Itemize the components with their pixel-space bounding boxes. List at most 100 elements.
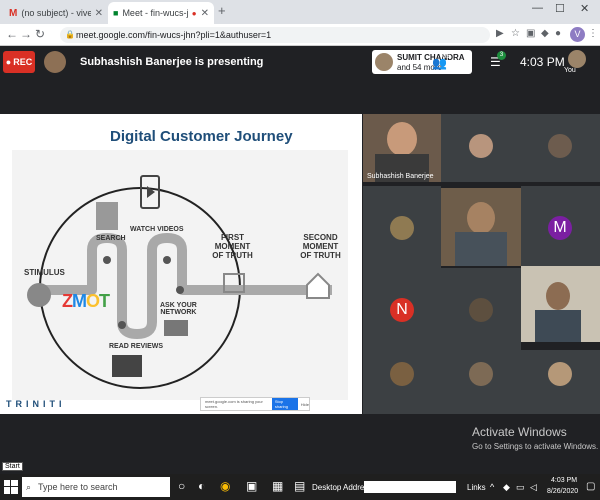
app-icon[interactable]: ◐ bbox=[198, 479, 205, 493]
screen-share-bar: meet.google.com is sharing your screen. … bbox=[200, 397, 310, 411]
record-dot-icon: ● bbox=[5, 57, 12, 67]
avatar bbox=[469, 362, 493, 386]
search-label: SEARCH bbox=[96, 235, 126, 242]
second-moment-label: SECOND MOMENT OF TRUTH bbox=[300, 233, 341, 260]
participant-shoulders bbox=[535, 310, 581, 342]
stop-sharing-button[interactable]: Stop sharing bbox=[271, 398, 298, 410]
avatar bbox=[375, 53, 393, 71]
meet-header: ● REC Subhashish Banerjee is presenting … bbox=[0, 46, 600, 78]
brand-logo: TRINITI bbox=[6, 399, 66, 409]
task-view-icon[interactable]: ○ bbox=[178, 479, 185, 493]
recording-dot-icon: ● bbox=[191, 8, 197, 18]
reload-icon[interactable]: ↻ bbox=[35, 27, 45, 41]
volume-icon[interactable]: ◁ bbox=[530, 482, 537, 493]
participant-tile[interactable] bbox=[521, 350, 600, 414]
people-count: 69 bbox=[442, 53, 450, 60]
windows-start-icon[interactable] bbox=[4, 480, 18, 494]
avatar bbox=[469, 298, 493, 322]
chrome-icon[interactable]: ◉ bbox=[220, 479, 230, 493]
slide-title: Digital Customer Journey bbox=[110, 128, 293, 145]
address-toolbar-input[interactable] bbox=[364, 481, 456, 493]
camera-icon[interactable]: ▶ bbox=[496, 28, 504, 39]
participant-tile[interactable] bbox=[363, 186, 441, 268]
notification-icon[interactable]: ▢ bbox=[586, 481, 595, 492]
participant-tile[interactable] bbox=[441, 188, 521, 266]
menu-kebab-icon[interactable]: ⋮ bbox=[588, 28, 598, 39]
self-avatar[interactable] bbox=[568, 50, 586, 68]
app-icon[interactable]: ▤ bbox=[294, 479, 305, 493]
bookmark-star-icon[interactable]: ☆ bbox=[511, 28, 520, 39]
taskbar-search-box[interactable]: ⌕ Type here to search bbox=[22, 477, 170, 497]
hide-button[interactable]: Hide bbox=[301, 402, 309, 407]
recording-badge: ● REC bbox=[3, 51, 35, 73]
participant-tile[interactable] bbox=[441, 350, 521, 414]
rec-label: REC bbox=[13, 57, 33, 67]
tab-title: (no subject) - vivekpachauri@t... bbox=[21, 8, 91, 18]
avatar bbox=[548, 362, 572, 386]
address-bar: ← → ↻ 🔒 meet.google.com/fin-wucs-jhn?pli… bbox=[0, 24, 600, 46]
close-tab-icon[interactable]: ✕ bbox=[201, 8, 209, 19]
app-icon[interactable]: ▦ bbox=[272, 479, 283, 493]
participant-tile[interactable] bbox=[441, 268, 521, 350]
close-window-icon[interactable]: ✕ bbox=[580, 2, 589, 15]
maximize-icon[interactable]: ☐ bbox=[555, 2, 565, 15]
tray-app-icon[interactable]: ◆ bbox=[503, 482, 510, 493]
desktop-toolbar[interactable]: Desktop bbox=[312, 483, 341, 492]
presentation-slide: Digital Customer Journey STIMULUS ZMOT S… bbox=[0, 114, 362, 414]
taskbar-date[interactable]: 8/26/2020 bbox=[547, 488, 578, 495]
presenting-banner: Subhashish Banerjee is presenting bbox=[80, 56, 264, 68]
participant-tile[interactable]: Subhashish Banerjee bbox=[363, 114, 441, 182]
minimize-icon[interactable]: — bbox=[532, 2, 543, 14]
network-icon[interactable]: ▭ bbox=[516, 482, 525, 493]
meeting-stage: Digital Customer Journey STIMULUS ZMOT S… bbox=[0, 78, 600, 460]
links-toolbar[interactable]: Links bbox=[467, 483, 486, 492]
activate-windows-title: Activate Windows bbox=[472, 425, 567, 439]
start-tooltip: Start bbox=[2, 462, 23, 471]
extension-icon[interactable]: ◆ bbox=[541, 28, 549, 39]
back-icon[interactable]: ← bbox=[6, 27, 18, 41]
avatar bbox=[469, 134, 493, 158]
ask-network-label: ASK YOUR NETWORK bbox=[160, 302, 197, 316]
search-icon: ⌕ bbox=[26, 482, 32, 492]
browser-tab-strip: M (no subject) - vivekpachauri@t... ✕ ■ … bbox=[0, 0, 600, 24]
participant-tile[interactable] bbox=[521, 114, 600, 182]
tray-chevron-icon[interactable]: ^ bbox=[490, 482, 494, 492]
extension-icon[interactable]: ● bbox=[555, 28, 561, 39]
tab-gmail[interactable]: M (no subject) - vivekpachauri@t... ✕ bbox=[4, 2, 108, 24]
zmot-logo: ZMOT bbox=[62, 291, 110, 311]
participants-chip[interactable]: SUMIT CHANDRA and 54 more bbox=[372, 50, 472, 74]
search-placeholder: Type here to search bbox=[38, 482, 118, 492]
avatar bbox=[390, 216, 414, 240]
watch-videos-label: WATCH VIDEOS bbox=[130, 226, 184, 233]
participant-tile[interactable]: M bbox=[521, 186, 600, 268]
read-reviews-label: READ REVIEWS bbox=[109, 343, 164, 350]
meeting-time: 4:03 PM bbox=[520, 55, 565, 69]
activate-windows-subtitle: Go to Settings to activate Windows. bbox=[472, 442, 599, 451]
url-field[interactable]: 🔒 meet.google.com/fin-wucs-jhn?pli=1&aut… bbox=[60, 27, 490, 43]
meet-icon: ■ bbox=[113, 8, 119, 18]
new-tab-button[interactable]: + bbox=[218, 3, 226, 18]
participant-tile[interactable] bbox=[441, 114, 521, 182]
lock-icon: 🔒 bbox=[65, 30, 75, 39]
close-tab-icon[interactable]: ✕ bbox=[95, 8, 103, 19]
participant-name: Subhashish Banerjee bbox=[367, 173, 434, 180]
participant-tile[interactable]: N bbox=[363, 268, 441, 350]
participant-name: SUMIT CHANDRA bbox=[397, 53, 465, 62]
chat-badge: 3 bbox=[497, 51, 506, 60]
app-icon[interactable]: ▣ bbox=[246, 479, 257, 493]
journey-diagram: STIMULUS ZMOT SEARCH WATCH VIDEOS ASK YO… bbox=[12, 150, 348, 400]
tab-meet[interactable]: ■ Meet - fin-wucs-jhn ● ✕ bbox=[108, 2, 214, 24]
taskbar-time[interactable]: 4:03 PM bbox=[551, 477, 577, 484]
participant-tile[interactable] bbox=[521, 266, 600, 342]
windows-taskbar: ⌕ Type here to search ○ ◐ ◉ ▣ ▦ ▤ Deskto… bbox=[0, 474, 600, 500]
participant-tile[interactable] bbox=[363, 350, 441, 414]
avatar bbox=[548, 134, 572, 158]
avatar: M bbox=[548, 216, 572, 240]
avatar: N bbox=[390, 298, 414, 322]
stimulus-label: STIMULUS bbox=[24, 268, 65, 277]
profile-avatar[interactable]: V bbox=[570, 27, 585, 42]
presenter-avatar bbox=[44, 51, 66, 73]
avatar bbox=[390, 362, 414, 386]
extension-icon[interactable]: ▣ bbox=[526, 28, 535, 39]
forward-icon[interactable]: → bbox=[20, 27, 32, 41]
